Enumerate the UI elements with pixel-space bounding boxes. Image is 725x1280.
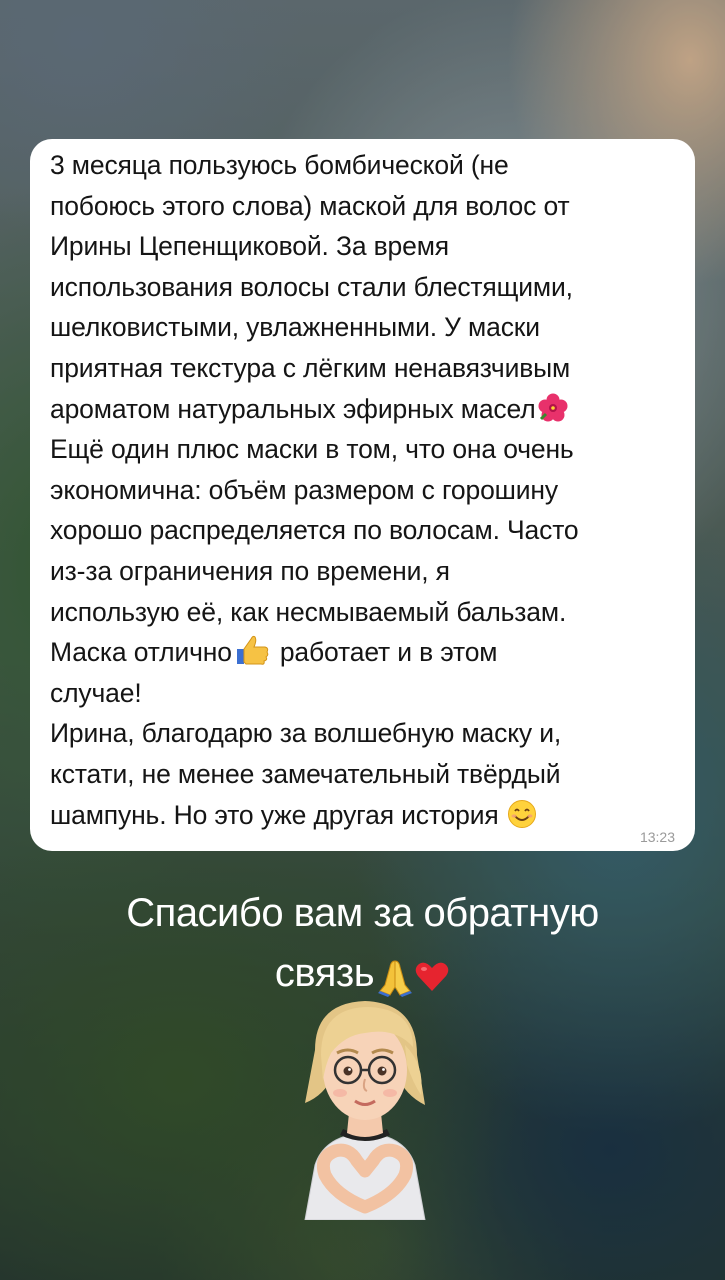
message-line: Ирины Цепенщиковой. За время [50, 231, 450, 262]
message-line-with-smile: шампунь. Но это уже другая история [50, 795, 675, 836]
message-line: экономична: объём размером с горошину [50, 474, 559, 505]
hibiscus-icon [538, 393, 568, 422]
message-line: хорошо распределяется по волосам. Часто [50, 515, 579, 546]
message-line: побоюсь этого слова) маской для волос от [50, 190, 570, 221]
caption-text: Спасибо вам за обратную связь [0, 883, 725, 1003]
message-line-with-thumbs: Маска отлично работает и в этом [50, 632, 675, 673]
memoji-avatar [304, 1001, 426, 1220]
message-line: кстати, не менее замечательный твёрдый [50, 758, 561, 789]
folded-hands-icon [378, 960, 413, 998]
message-line: из-за ограничения по времени, я [50, 555, 450, 586]
red-heart-icon [415, 963, 449, 992]
caption-line-1: Спасибо вам за обратную [126, 891, 599, 935]
message-text: работает и в этом [279, 637, 498, 668]
message-line: случае! [50, 677, 142, 708]
caption-word: связь [274, 951, 375, 995]
message-line: использую её, как несмываемый бальзам. [50, 596, 567, 627]
message-line: Ещё один плюс маски в том, что она очень [50, 434, 574, 465]
smiling-face-icon [507, 799, 536, 828]
message-text: ароматом натуральных эфирных масел [50, 393, 536, 424]
message-line: шелковистыми, увлажненными. У маски [50, 312, 540, 343]
message-line: использования волосы стали блестящими, [50, 271, 573, 302]
message-line: Ирина, благодарю за волшебную маску и, [50, 718, 562, 749]
caption-line-2: связь [275, 943, 450, 1003]
message-line-with-flower: ароматом натуральных эфирных масел [50, 389, 675, 430]
message-text: Маска отлично [50, 637, 232, 668]
message-time: 13:23 [639, 829, 675, 845]
thumbs-up-icon [236, 635, 269, 665]
message-bubble: 3 месяца пользуюсь бомбической (не побою… [30, 139, 695, 851]
message-text: шампунь. Но это уже другая история [50, 799, 499, 830]
story-screen: 3 месяца пользуюсь бомбической (не побою… [0, 0, 725, 1280]
message-line: приятная текстура с лёгким ненавязчивым [50, 352, 571, 383]
message-line: 3 месяца пользуюсь бомбической (не [50, 150, 509, 180]
